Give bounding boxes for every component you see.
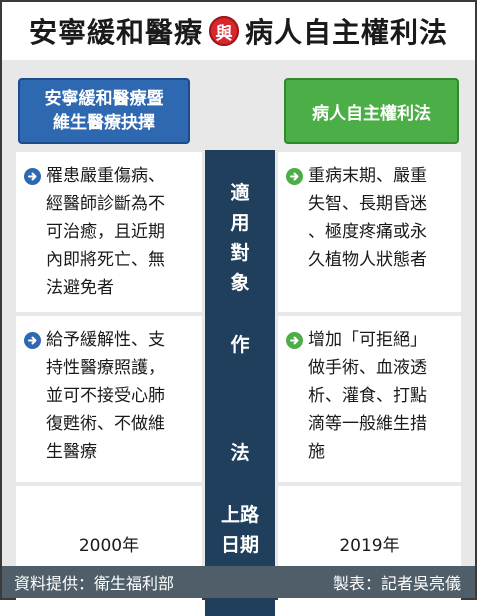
row-label-effective: 上路 日期 bbox=[205, 500, 275, 560]
effective-year-right: 2019年 bbox=[339, 536, 400, 556]
cell-text: 復甦術、不做維 bbox=[46, 414, 165, 434]
cell-text: 並可不接受心肺 bbox=[46, 386, 165, 406]
cell-text: 罹患嚴重傷病、 bbox=[46, 166, 165, 186]
row-label-char: 適 bbox=[230, 182, 250, 204]
header-patient-autonomy-act: 病人自主權利法 bbox=[284, 78, 459, 144]
cell-text: 施 bbox=[308, 442, 325, 462]
footer-source: 資料提供：衛生福利部 bbox=[14, 574, 175, 593]
title-right: 病人自主權利法 bbox=[245, 16, 449, 49]
cell-text: 增加「可拒絕」 bbox=[308, 330, 427, 350]
header-right-label: 病人自主權利法 bbox=[312, 103, 431, 124]
comparison-table: 安寧緩和醫療暨 維生醫療抉擇 病人自主權利法 罹患嚴重傷病、 經醫師診斷為不 可… bbox=[2, 60, 475, 616]
cell-practice-left: 給予緩解性、支 持性醫療照護， 並可不接受心肺 復甦術、不做維 生醫療 bbox=[16, 316, 202, 482]
cell-text: 重病末期、嚴重 bbox=[308, 166, 427, 186]
row-label-target: 適 用 對 象 bbox=[205, 178, 275, 298]
cell-line: 重病末期、嚴重 bbox=[286, 162, 453, 190]
row-label-practice-bottom: 法 bbox=[205, 438, 275, 468]
cell-practice-right: 增加「可拒絕」 做手術、血液透 析、灌食、打點 滴等一般維生措 施 bbox=[278, 316, 461, 482]
arrow-right-circle-icon bbox=[286, 168, 303, 185]
footer: 資料提供：衛生福利部 製表：記者吳亮儀 bbox=[2, 566, 475, 598]
cell-text: 失智、長期昏迷 bbox=[308, 194, 427, 214]
cell-text: 法避免者 bbox=[46, 278, 114, 298]
arrow-right-circle-icon bbox=[24, 332, 41, 349]
arrow-right-circle-icon bbox=[286, 332, 303, 349]
row-label-char: 用 bbox=[230, 212, 250, 234]
cell-text: 生醫療 bbox=[46, 442, 97, 462]
cell-text: 可治癒，且近期 bbox=[46, 222, 165, 242]
cell-text: 析、灌食、打點 bbox=[308, 386, 427, 406]
footer-credit: 製表：記者吳亮儀 bbox=[332, 574, 461, 593]
row-label-char: 象 bbox=[230, 272, 250, 294]
title-connector-badge: 與 bbox=[209, 16, 239, 46]
cell-text: 久植物人狀態者 bbox=[308, 250, 427, 270]
row-label-line: 上路 bbox=[220, 504, 259, 526]
title-left: 安寧緩和醫療 bbox=[28, 16, 203, 49]
title-bar: 安寧緩和醫療 與 病人自主權利法 bbox=[2, 2, 475, 60]
row-label-line: 日期 bbox=[220, 534, 259, 556]
cell-text: 持性醫療照護， bbox=[46, 358, 165, 378]
cell-target-left: 罹患嚴重傷病、 經醫師診斷為不 可治癒，且近期 內即將死亡、無 法避免者 bbox=[16, 152, 202, 312]
cell-line: 罹患嚴重傷病、 bbox=[24, 162, 194, 190]
row-label-char: 對 bbox=[230, 242, 250, 264]
cell-line: 給予緩解性、支 bbox=[24, 326, 194, 354]
cell-text: 滴等一般維生措 bbox=[308, 414, 427, 434]
cell-text: 做手術、血液透 bbox=[308, 358, 427, 378]
header-left-line: 安寧緩和醫療暨 bbox=[44, 89, 164, 109]
header-left-line: 維生醫療抉擇 bbox=[53, 113, 155, 133]
arrow-right-circle-icon bbox=[24, 168, 41, 185]
row-label-practice-top: 作 bbox=[205, 330, 275, 360]
cell-target-right: 重病末期、嚴重 失智、長期昏迷 、極度疼痛或永 久植物人狀態者 bbox=[278, 152, 461, 312]
row-label-char: 作 bbox=[230, 334, 250, 356]
cell-text: 經醫師診斷為不 bbox=[46, 194, 165, 214]
row-label-char: 法 bbox=[230, 442, 250, 464]
header-hospice-care: 安寧緩和醫療暨 維生醫療抉擇 bbox=[18, 78, 190, 144]
cell-text: 內即將死亡、無 bbox=[46, 250, 165, 270]
effective-year-left: 2000年 bbox=[78, 536, 140, 556]
cell-text: 、極度疼痛或永 bbox=[308, 222, 427, 242]
cell-text: 給予緩解性、支 bbox=[46, 330, 165, 350]
cell-line: 增加「可拒絕」 bbox=[286, 326, 453, 354]
